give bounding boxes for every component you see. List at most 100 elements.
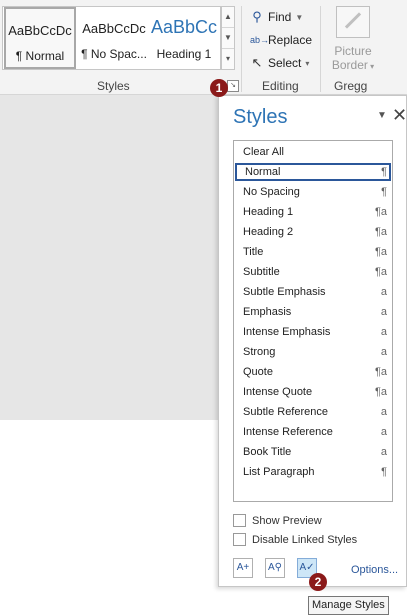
list-item-normal[interactable]: Normal ¶	[235, 163, 391, 181]
dropdown-arrow-icon: ▼	[295, 12, 304, 22]
style-tile-no-spacing[interactable]: AaBbCcDc ¶ No Spac...	[78, 7, 150, 69]
picture-border-label-2: Border	[331, 58, 368, 72]
style-inspector-icon: A⚲	[268, 562, 282, 573]
manage-styles-tooltip: Manage Styles	[308, 596, 389, 615]
divider	[320, 6, 321, 92]
linked-style-icon: ¶a	[374, 266, 387, 278]
paragraph-style-icon: ¶	[381, 166, 387, 178]
checkbox-icon	[233, 533, 246, 546]
list-item-subtle-reference[interactable]: Subtle Reference a	[235, 403, 391, 421]
new-style-button[interactable]: A+	[233, 558, 253, 578]
character-style-icon: a	[380, 286, 387, 298]
style-item-label: Intense Quote	[243, 386, 313, 398]
style-list: Clear All Normal ¶ No Spacing ¶ Heading …	[233, 140, 393, 502]
show-preview-checkbox[interactable]: Show Preview	[233, 514, 322, 527]
linked-style-icon: ¶a	[374, 246, 387, 258]
style-preview: AaBbCc	[150, 17, 218, 37]
paragraph-style-icon: ¶	[381, 186, 387, 198]
replace-button[interactable]: ab→ Replace	[250, 31, 312, 49]
dropdown-arrow-icon: ▾	[305, 58, 310, 68]
style-item-label: Subtle Emphasis	[243, 286, 326, 298]
scroll-up-icon[interactable]: ▲	[222, 7, 234, 28]
find-label: Find	[268, 10, 292, 24]
styles-dialog-launcher-icon[interactable]: ↘	[227, 80, 239, 92]
options-link[interactable]: Options...	[351, 564, 398, 576]
style-item-label: Intense Reference	[243, 426, 333, 438]
select-label: Select	[268, 56, 302, 70]
gallery-scroller: ▲ ▼ ▾	[221, 6, 235, 70]
character-style-icon: a	[380, 346, 387, 358]
style-tile-heading-1[interactable]: AaBbCc Heading 1	[150, 7, 218, 69]
character-style-icon: a	[380, 426, 387, 438]
disable-linked-label: Disable Linked Styles	[252, 533, 358, 546]
picture-border-icon	[336, 6, 370, 38]
list-item-list-paragraph[interactable]: List Paragraph ¶	[235, 463, 391, 481]
list-item-no-spacing[interactable]: No Spacing ¶	[235, 183, 391, 201]
select-button[interactable]: ↖ Select ▾	[250, 54, 310, 72]
list-item-intense-quote[interactable]: Intense Quote ¶a	[235, 383, 391, 401]
style-name: ¶ No Spac...	[81, 47, 147, 61]
show-preview-label: Show Preview	[252, 514, 322, 527]
character-style-icon: a	[380, 406, 387, 418]
list-item-title[interactable]: Title ¶a	[235, 243, 391, 261]
style-preview: AaBbCcDc	[82, 21, 146, 36]
styles-group-label: Styles	[97, 79, 130, 93]
linked-style-icon: ¶a	[374, 206, 387, 218]
character-style-icon: a	[380, 326, 387, 338]
list-item-heading-2[interactable]: Heading 2 ¶a	[235, 223, 391, 241]
disable-linked-styles-checkbox[interactable]: Disable Linked Styles	[233, 533, 357, 546]
list-item-subtle-emphasis[interactable]: Subtle Emphasis a	[235, 283, 391, 301]
list-item-heading-1[interactable]: Heading 1 ¶a	[235, 203, 391, 221]
step-marker-2: 2	[309, 573, 327, 591]
list-item-intense-emphasis[interactable]: Intense Emphasis a	[235, 323, 391, 341]
cursor-icon: ↖	[251, 55, 263, 70]
style-item-label: Quote	[243, 366, 273, 378]
step-marker-1: 1	[210, 79, 228, 97]
list-item-strong[interactable]: Strong a	[235, 343, 391, 361]
styles-pane: Styles ▼ ✕ Clear All Normal ¶ No Spacing…	[218, 95, 407, 587]
style-item-label: Heading 2	[243, 226, 294, 238]
picture-border-label-1: Picture	[334, 44, 372, 58]
checkbox-icon	[233, 514, 246, 527]
list-item-emphasis[interactable]: Emphasis a	[235, 303, 391, 321]
character-style-icon: a	[380, 306, 387, 318]
scroll-down-icon[interactable]: ▼	[222, 28, 234, 49]
linked-style-icon: ¶a	[374, 366, 387, 378]
style-item-label: No Spacing	[243, 186, 300, 198]
style-item-label: Clear All	[243, 146, 284, 158]
character-style-icon: a	[380, 446, 387, 458]
style-preview: AaBbCcDc	[8, 23, 72, 38]
style-item-label: Title	[243, 246, 264, 258]
pane-options-dropdown-icon[interactable]: ▼	[377, 110, 387, 121]
style-inspector-button[interactable]: A⚲	[265, 558, 285, 578]
styles-gallery: AaBbCcDc ¶ Normal AaBbCcDc ¶ No Spac... …	[2, 6, 221, 70]
style-item-label: Subtitle	[243, 266, 280, 278]
gregg-group-label: Gregg	[334, 79, 368, 93]
document-background	[0, 95, 218, 420]
find-button[interactable]: ⚲ Find ▼	[250, 8, 303, 26]
style-item-label: Strong	[243, 346, 276, 358]
magnifier-icon: ⚲	[252, 9, 262, 24]
linked-style-icon: ¶a	[374, 386, 387, 398]
style-name: Heading 1	[156, 47, 212, 61]
style-tile-normal[interactable]: AaBbCcDc ¶ Normal	[4, 7, 76, 69]
paragraph-style-icon: ¶	[381, 466, 387, 478]
list-item-intense-reference[interactable]: Intense Reference a	[235, 423, 391, 441]
new-style-icon: A+	[236, 562, 250, 573]
style-item-label: Subtle Reference	[243, 406, 328, 418]
style-item-label: Book Title	[243, 446, 292, 458]
style-item-label: List Paragraph	[243, 466, 315, 478]
more-styles-icon[interactable]: ▾	[222, 49, 234, 69]
list-item-clear-all[interactable]: Clear All	[235, 143, 391, 161]
picture-border-button[interactable]: Picture Border ▾	[330, 4, 376, 72]
linked-style-icon: ¶a	[374, 226, 387, 238]
list-item-subtitle[interactable]: Subtitle ¶a	[235, 263, 391, 281]
style-name: ¶ Normal	[15, 49, 65, 63]
list-item-quote[interactable]: Quote ¶a	[235, 363, 391, 381]
close-icon[interactable]: ✕	[392, 105, 407, 126]
replace-label: Replace	[268, 33, 313, 47]
list-item-book-title[interactable]: Book Title a	[235, 443, 391, 461]
manage-styles-icon: A✓	[299, 562, 315, 573]
ribbon: AaBbCcDc ¶ Normal AaBbCcDc ¶ No Spac... …	[0, 0, 407, 95]
pane-title: Styles	[233, 106, 288, 128]
